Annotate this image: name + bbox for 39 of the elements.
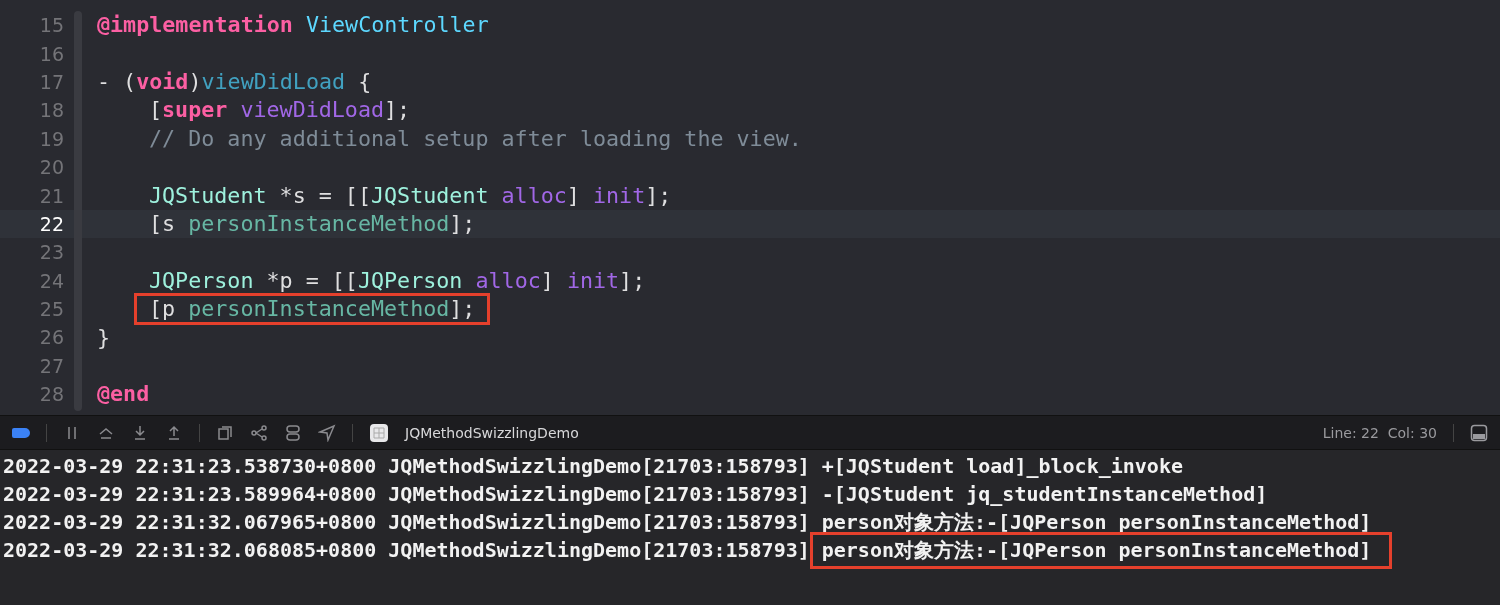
- line-number: 18: [38, 99, 64, 122]
- target-name[interactable]: JQMethodSwizzlingDemo: [405, 424, 579, 441]
- log-message: -[JQStudent jq_studentInstanceMethod]: [820, 481, 1269, 508]
- code-line: // Do any additional setup after loading the view.: [148, 124, 803, 153]
- line-number: 25: [38, 298, 64, 321]
- code-line: JQPerson *p = [[JQPerson alloc] init];: [148, 266, 647, 295]
- toggles-icon[interactable]: [284, 423, 302, 442]
- app-icon[interactable]: [369, 422, 389, 443]
- line-number: 24: [38, 269, 64, 292]
- log-prefix: 2022-03-29 22:31:23.538730+0800 JQMethodSwizzlingDemo[21703:158793]: [3, 454, 810, 478]
- log-prefix: 2022-03-29 22:31:32.067965+0800 JQMethodSwizzlingDemo[21703:158793]: [3, 510, 810, 534]
- code-line: - (void)viewDidLoad {: [96, 68, 373, 96]
- code-line: @end: [96, 380, 151, 409]
- line-number: 28: [38, 383, 64, 406]
- highlighted-log-message: person对象方法:-[JQPerson personInstanceMethod]: [809, 531, 1393, 569]
- log-prefix: 2022-03-29 22:31:32.068085+0800 JQMethodSwizzlingDemo[21703:158793]: [3, 538, 810, 562]
- line-number: 23: [38, 241, 64, 264]
- code-line: }: [96, 323, 112, 352]
- log-message: +[JQStudent load]_block_invoke: [820, 453, 1184, 480]
- code-line: [super viewDidLoad];: [148, 96, 412, 125]
- line-number: 19: [38, 127, 64, 150]
- line-number: 21: [38, 184, 64, 207]
- log-prefix: 2022-03-29 22:31:23.589964+0800 JQMethodSwizzlingDemo[21703:158793]: [3, 482, 810, 506]
- line-number: 26: [38, 326, 64, 349]
- location-icon[interactable]: [318, 423, 336, 442]
- code-line: [s personInstanceMethod];: [148, 209, 477, 238]
- line-number: 15: [38, 14, 64, 37]
- line-number: 20: [38, 156, 64, 179]
- line-number: 17: [38, 70, 64, 93]
- panel-toggle-icon[interactable]: [1470, 423, 1488, 442]
- cursor-position: Line: 22 Col: 30: [1322, 424, 1437, 441]
- stack-icon[interactable]: [216, 423, 234, 442]
- nodes-icon[interactable]: [250, 423, 268, 442]
- breakpoints-toggle[interactable]: [12, 427, 30, 438]
- code-line: JQStudent *s = [[JQStudent alloc] init];: [148, 181, 673, 210]
- line-number: 27: [38, 354, 64, 377]
- code-line: @implementation ViewController: [96, 11, 490, 40]
- line-number: 22: [38, 212, 64, 235]
- line-number: 16: [38, 42, 64, 65]
